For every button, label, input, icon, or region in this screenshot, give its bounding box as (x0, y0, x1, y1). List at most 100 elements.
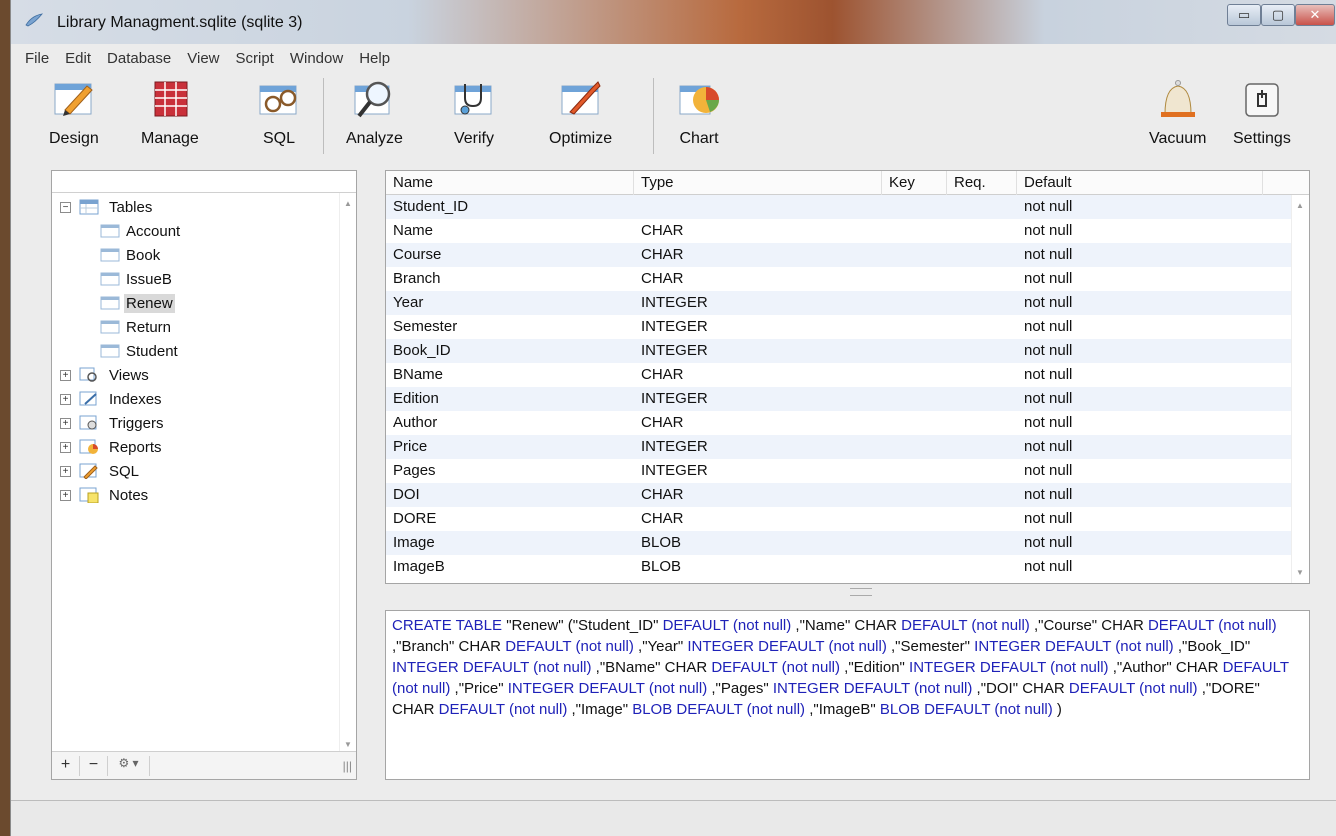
tree-node-indexes[interactable]: + Indexes (52, 387, 338, 411)
header-type[interactable]: Type (634, 171, 882, 195)
verify-button[interactable]: Verify (451, 76, 497, 148)
tree-node-account[interactable]: Account (52, 219, 338, 243)
maximize-button[interactable]: ▢ (1261, 4, 1295, 26)
menu-file[interactable]: File (17, 48, 57, 72)
header-req[interactable]: Req. (947, 171, 1017, 195)
table-row[interactable]: Semester INTEGER not null (386, 315, 1291, 339)
tree-node-student[interactable]: Student (52, 339, 338, 363)
table-row[interactable]: BName CHAR not null (386, 363, 1291, 387)
sql-keyword: DEFAULT (not null) (901, 617, 1030, 634)
table-row[interactable]: DORE CHAR not null (386, 507, 1291, 531)
table-row[interactable]: Name CHAR not null (386, 219, 1291, 243)
table-row[interactable]: ImageB BLOB not null (386, 555, 1291, 579)
expand-icon[interactable]: + (60, 465, 71, 477)
expand-icon[interactable]: + (60, 417, 71, 429)
sql-button[interactable]: SQL (256, 76, 302, 148)
close-button[interactable]: ✕ (1295, 4, 1335, 26)
header-key[interactable]: Key (882, 171, 947, 195)
header-default[interactable]: Default (1017, 171, 1263, 195)
object-tree: − Tables Account Book IssueB Renew Retur… (52, 195, 338, 507)
tree-label: Student (126, 342, 178, 360)
title-bar[interactable]: Library Managment.sqlite (sqlite 3) ▭ ▢ … (11, 0, 1336, 44)
analyze-button[interactable]: Analyze (346, 76, 403, 148)
add-button[interactable]: + (52, 755, 80, 776)
table-row[interactable]: Price INTEGER not null (386, 435, 1291, 459)
table-row[interactable]: Image BLOB not null (386, 531, 1291, 555)
table-row[interactable]: Author CHAR not null (386, 411, 1291, 435)
tree-node-views[interactable]: + Views (52, 363, 338, 387)
tree-node-tables[interactable]: − Tables (52, 195, 338, 219)
menu-window[interactable]: Window (282, 48, 351, 72)
cell-default: not null (1024, 270, 1073, 287)
scroll-down-icon[interactable]: ▼ (1296, 568, 1304, 577)
tree-footer: + − ⚙ ▾ ||| (52, 751, 356, 779)
expand-icon[interactable]: + (60, 393, 71, 405)
tree-node-triggers[interactable]: + Triggers (52, 411, 338, 435)
vacuum-bell-jar-icon (1160, 80, 1195, 117)
tree-label: Triggers (109, 414, 164, 432)
table-row[interactable]: Edition INTEGER not null (386, 387, 1291, 411)
vacuum-button[interactable]: Vacuum (1149, 76, 1207, 148)
app-feather-icon (25, 13, 43, 27)
tree-scrollbar[interactable]: ▲ ▼ (339, 193, 356, 751)
sql-pencil-icon (79, 463, 98, 479)
menu-database[interactable]: Database (99, 48, 179, 72)
remove-button[interactable]: − (80, 755, 108, 776)
tree-label: Indexes (109, 390, 162, 408)
header-name[interactable]: Name (386, 171, 634, 195)
minimize-button[interactable]: ▭ (1227, 4, 1261, 26)
sql-label: SQL (262, 130, 295, 147)
cell-name: Course (393, 246, 442, 263)
tree-node-return[interactable]: Return (52, 315, 338, 339)
optimize-button[interactable]: Optimize (549, 76, 612, 148)
table-row[interactable]: Book_ID INTEGER not null (386, 339, 1291, 363)
manage-button[interactable]: Manage (141, 76, 199, 148)
tree-node-reports[interactable]: + Reports (52, 435, 338, 459)
scroll-up-icon[interactable]: ▲ (344, 199, 352, 208)
table-icon (100, 224, 120, 238)
menu-help[interactable]: Help (351, 48, 398, 72)
menu-edit[interactable]: Edit (57, 48, 99, 72)
expand-icon[interactable]: + (60, 441, 71, 453)
cell-name: Price (393, 438, 428, 455)
gear-menu-button[interactable]: ⚙ ▾ (108, 755, 150, 776)
tree-node-book[interactable]: Book (52, 243, 338, 267)
resize-grip-icon[interactable]: ||| (343, 759, 352, 773)
table-row[interactable]: Course CHAR not null (386, 243, 1291, 267)
tree-node-renew[interactable]: Renew (52, 291, 338, 315)
expand-icon[interactable]: + (60, 369, 71, 381)
collapse-icon[interactable]: − (60, 201, 71, 213)
pane-splitter[interactable] (850, 588, 872, 596)
cell-name: DORE (393, 510, 437, 527)
cell-type: CHAR (641, 270, 684, 287)
table-row[interactable]: Student_ID not null (386, 195, 1291, 219)
grid-scrollbar[interactable]: ▲ ▼ (1291, 195, 1309, 583)
cell-key (882, 363, 947, 387)
expand-icon[interactable]: + (60, 489, 71, 501)
table-row[interactable]: Pages INTEGER not null (386, 459, 1291, 483)
cell-key (882, 411, 947, 435)
sql-definition-text[interactable]: CREATE TABLE "Renew" ("Student_ID" DEFAU… (385, 610, 1310, 780)
scroll-up-icon[interactable]: ▲ (1296, 201, 1304, 210)
chart-button[interactable]: Chart (676, 76, 722, 148)
menu-view[interactable]: View (179, 48, 227, 72)
table-row[interactable]: Branch CHAR not null (386, 267, 1291, 291)
table-row[interactable]: DOI CHAR not null (386, 483, 1291, 507)
settings-button[interactable]: Settings (1233, 76, 1291, 148)
cell-default: not null (1024, 294, 1073, 311)
analyze-label: Analyze (346, 130, 403, 147)
optimize-wrench-icon (561, 81, 601, 115)
tree-node-issueb[interactable]: IssueB (52, 267, 338, 291)
cell-type: CHAR (641, 414, 684, 431)
menu-script[interactable]: Script (228, 48, 282, 72)
scroll-down-icon[interactable]: ▼ (344, 740, 352, 749)
design-button[interactable]: Design (49, 76, 99, 148)
sql-text: ,"DOI" CHAR (972, 680, 1069, 697)
sql-keyword: INTEGER DEFAULT (not null) (909, 659, 1109, 676)
tree-label: SQL (109, 462, 140, 480)
table-row[interactable]: Year INTEGER not null (386, 291, 1291, 315)
tree-node-sql[interactable]: + SQL (52, 459, 338, 483)
tree-node-notes[interactable]: + Notes (52, 483, 338, 507)
sql-text: ,"Image" (567, 701, 633, 718)
cell-req (947, 387, 1017, 411)
